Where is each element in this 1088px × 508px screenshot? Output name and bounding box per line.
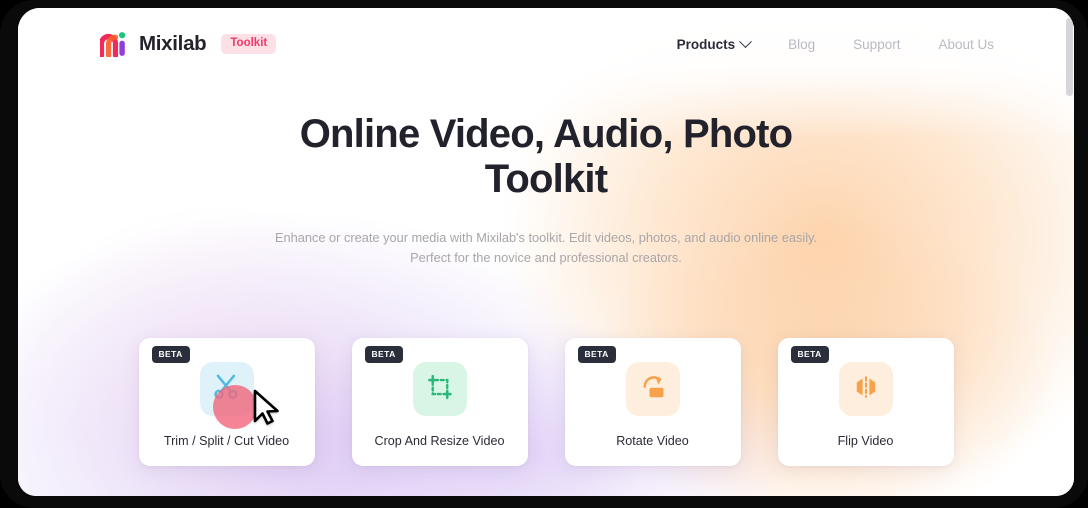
nav-item-support[interactable]: Support — [853, 37, 900, 52]
chevron-down-icon — [739, 34, 753, 48]
tool-card-label: Flip Video — [837, 434, 894, 448]
page-title: Online Video, Audio, Photo Toolkit — [299, 112, 793, 201]
nav-item-about-us[interactable]: About Us — [938, 37, 994, 52]
toolkit-badge: Toolkit — [221, 34, 277, 54]
flip-icon — [851, 372, 881, 407]
rotate-icon — [638, 372, 668, 407]
tool-card-trim-split-cut-video[interactable]: BETA Trim / Split / Cut Video — [138, 338, 315, 466]
scrollbar-track[interactable] — [1065, 8, 1074, 496]
icon-stack — [211, 371, 257, 429]
tool-card-flip-video[interactable]: BETA Flip Video — [777, 338, 954, 466]
hero-subtitle: Enhance or create your media with Mixila… — [274, 229, 818, 266]
page-content: Mixilab Toolkit Products Blog Support Ab… — [18, 8, 1074, 496]
tool-icon-tile — [625, 362, 680, 416]
tool-card-crop-and-resize-video[interactable]: BETA Crop And Resize Video — [351, 338, 528, 466]
beta-badge: BETA — [790, 346, 829, 363]
beta-badge: BETA — [364, 346, 403, 363]
scrollbar-thumb-icon[interactable] — [1066, 18, 1073, 96]
tool-card-label: Trim / Split / Cut Video — [163, 434, 290, 448]
nav-item-products[interactable]: Products — [676, 34, 753, 52]
browser-viewport: Mixilab Toolkit Products Blog Support Ab… — [18, 8, 1074, 496]
brand-logo[interactable]: Mixilab Toolkit — [98, 31, 277, 59]
tool-card-label: Rotate Video — [616, 434, 689, 448]
tool-icon-tile — [412, 362, 467, 416]
tool-icon-tile — [838, 362, 893, 416]
main-nav: Products Blog Support About Us — [676, 34, 994, 52]
tool-icon-tile — [199, 362, 257, 429]
beta-badge: BETA — [577, 346, 616, 363]
tool-card-rotate-video[interactable]: BETA Rotate Video — [564, 338, 741, 466]
mixilab-m-logo-icon — [98, 31, 128, 59]
nav-item-products-label: Products — [676, 36, 736, 52]
tool-cards-row: BETA Trim / Split / Cut Video BETA Crop … — [18, 338, 1074, 466]
tool-card-label: Crop And Resize Video — [374, 434, 505, 448]
brand-name: Mixilab — [139, 32, 207, 55]
beta-badge: BETA — [151, 346, 190, 363]
device-frame: Mixilab Toolkit Products Blog Support Ab… — [0, 0, 1088, 508]
crop-icon — [425, 372, 455, 407]
site-header: Mixilab Toolkit Products Blog Support Ab… — [18, 8, 1074, 80]
nav-item-blog[interactable]: Blog — [788, 37, 815, 52]
hero-section: Online Video, Audio, Photo Toolkit Enhan… — [18, 112, 1074, 269]
scissors-icon — [211, 374, 243, 407]
